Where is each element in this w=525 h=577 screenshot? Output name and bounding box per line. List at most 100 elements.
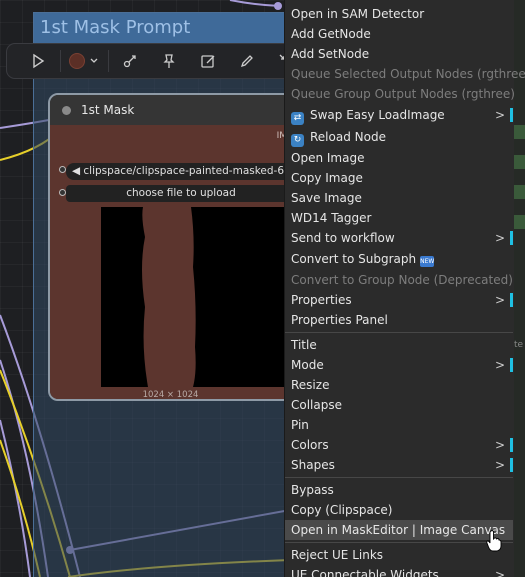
menu-item-collapse[interactable]: Collapse <box>285 395 513 415</box>
accent-bar <box>510 231 513 245</box>
menu-item-label: Open Image <box>291 151 365 165</box>
menu-item-label: Copy Image <box>291 171 363 185</box>
menu-item-add-setnode[interactable]: Add SetNode <box>285 44 513 64</box>
group-title[interactable]: 1st Mask Prompt <box>34 13 302 43</box>
menu-item-label: Title <box>291 338 317 352</box>
pencil-icon <box>240 55 253 68</box>
hand-cursor-icon <box>486 530 502 552</box>
edit-button[interactable] <box>188 46 227 76</box>
image-combo-widget[interactable]: ◀ clipspace/clipspace-painted-masked-646… <box>66 163 291 180</box>
play-button[interactable] <box>19 46 58 76</box>
menu-separator <box>285 542 513 543</box>
menu-item-reload-node[interactable]: ↻ Reload Node <box>285 127 513 147</box>
menu-item-label: Properties Panel <box>291 313 388 327</box>
background-node-text: te <box>514 340 524 350</box>
menu-item-label: Resize <box>291 378 330 392</box>
menu-item-shapes[interactable]: Shapes > <box>285 455 513 475</box>
upload-button[interactable]: choose file to upload <box>66 185 291 202</box>
menu-item-label: Pin <box>291 418 309 432</box>
collapse-dot-icon[interactable] <box>62 105 71 115</box>
menu-item-reject-ue-links[interactable]: Reject UE Links <box>285 545 513 565</box>
menu-item-label: Copy (Clipspace) <box>291 503 393 517</box>
menu-item-label: Save Image <box>291 191 362 205</box>
menu-item-copy-clipspace[interactable]: Copy (Clipspace) <box>285 500 513 520</box>
submenu-arrow-icon: > <box>494 438 505 452</box>
menu-item-label: Reject UE Links <box>291 548 384 562</box>
menu-item-copy-image[interactable]: Copy Image <box>285 168 513 188</box>
menu-item-label: Open in MaskEditor | Image Canvas <box>291 523 506 537</box>
menu-item-properties-panel[interactable]: Properties Panel <box>285 310 513 330</box>
menu-item-send-to-workflow[interactable]: Send to workflow > <box>285 228 513 248</box>
link-wire-purple <box>229 0 281 7</box>
menu-item-label: Mode <box>291 358 324 372</box>
menu-item-label: Convert to Group Node (Deprecated) <box>291 273 513 287</box>
menu-item-add-getnode[interactable]: Add GetNode <box>285 24 513 44</box>
menu-item-queue-selected-output-nodes: Queue Selected Output Nodes (rgthree) <box>285 64 525 84</box>
accent-bar <box>510 358 513 372</box>
submenu-arrow-icon: > <box>494 108 505 122</box>
node-title: 1st Mask <box>81 103 135 117</box>
menu-item-label: Add SetNode <box>291 47 370 61</box>
menu-item-ue-connectable-widgets[interactable]: UE Connectable Widgets > <box>285 565 513 577</box>
load-image-node[interactable]: 1st Mask IM ◀ clipspace/clipspace-painte… <box>48 93 293 401</box>
new-badge: NEW <box>420 256 435 267</box>
node-header[interactable]: 1st Mask <box>50 95 291 125</box>
menu-item-open-in-maskeditor[interactable]: Open in MaskEditor | Image Canvas <box>285 520 513 540</box>
menu-item-save-image[interactable]: Save Image <box>285 188 513 208</box>
menu-item-label: Shapes <box>291 458 335 472</box>
background-node-strip <box>514 215 525 229</box>
bypass-button[interactable] <box>111 46 150 76</box>
menu-item-colors[interactable]: Colors > <box>285 435 513 455</box>
image-preview <box>101 207 291 387</box>
edit-icon <box>201 55 215 68</box>
menu-item-label: Colors <box>291 438 329 452</box>
selection-toolbar <box>6 43 306 79</box>
accent-bar <box>510 293 513 307</box>
menu-item-resize[interactable]: Resize <box>285 375 513 395</box>
menu-item-label: UE Connectable Widgets <box>291 568 439 577</box>
menu-item-open-sam-detector[interactable]: Open in SAM Detector <box>285 4 513 24</box>
menu-item-swap-easy-loadimage[interactable]: ⇄ Swap Easy LoadImage > <box>285 105 513 125</box>
menu-item-label: Reload Node <box>310 130 386 144</box>
submenu-arrow-icon: > <box>494 358 505 372</box>
menu-item-label: Properties <box>291 293 352 307</box>
input-slot-dot[interactable] <box>59 166 66 173</box>
reload-icon: ↻ <box>291 134 304 147</box>
menu-item-mode[interactable]: Mode > <box>285 355 513 375</box>
menu-item-convert-to-group-node: Convert to Group Node (Deprecated) <box>285 270 513 290</box>
bypass-icon <box>123 55 136 68</box>
submenu-arrow-icon: > <box>494 231 505 245</box>
background-node-strip <box>514 125 525 139</box>
color-picker-button[interactable] <box>63 46 106 76</box>
accent-bar <box>510 458 513 472</box>
accent-bar <box>510 108 513 122</box>
accent-bar <box>510 438 513 452</box>
menu-item-properties[interactable]: Properties > <box>285 290 513 310</box>
menu-item-pin[interactable]: Pin <box>285 415 513 435</box>
menu-item-open-image[interactable]: Open Image <box>285 148 513 168</box>
pin-button[interactable] <box>149 46 188 76</box>
toolbar-divider <box>59 50 61 72</box>
context-menu: Open in SAM Detector Add GetNode Add Set… <box>284 0 525 577</box>
menu-item-label: Queue Selected Output Nodes (rgthree) <box>291 67 525 81</box>
menu-item-queue-group-output-nodes: Queue Group Output Nodes (rgthree) <box>285 84 515 104</box>
menu-separator <box>285 477 513 478</box>
background-node-edge: te <box>514 0 525 577</box>
swap-icon: ⇄ <box>291 112 304 125</box>
pencil-button[interactable] <box>227 46 266 76</box>
menu-item-wd14-tagger[interactable]: WD14 Tagger <box>285 208 513 228</box>
image-dimensions: 1024 × 1024 <box>142 390 199 400</box>
menu-item-label: Open in SAM Detector <box>291 7 425 21</box>
menu-item-convert-to-subgraph[interactable]: Convert to Subgraph NEW <box>285 249 513 269</box>
input-slot-dot[interactable] <box>59 189 66 196</box>
background-node-strip <box>514 185 525 199</box>
submenu-arrow-icon: > <box>494 458 505 472</box>
node-color-swatch <box>69 53 86 69</box>
play-icon <box>33 53 45 69</box>
link-wire-purple <box>0 419 31 577</box>
chevron-down-icon <box>90 58 98 63</box>
menu-item-label: Bypass <box>291 483 334 497</box>
menu-item-title[interactable]: Title <box>285 335 513 355</box>
background-node-strip <box>514 155 525 169</box>
menu-item-bypass[interactable]: Bypass <box>285 480 513 500</box>
